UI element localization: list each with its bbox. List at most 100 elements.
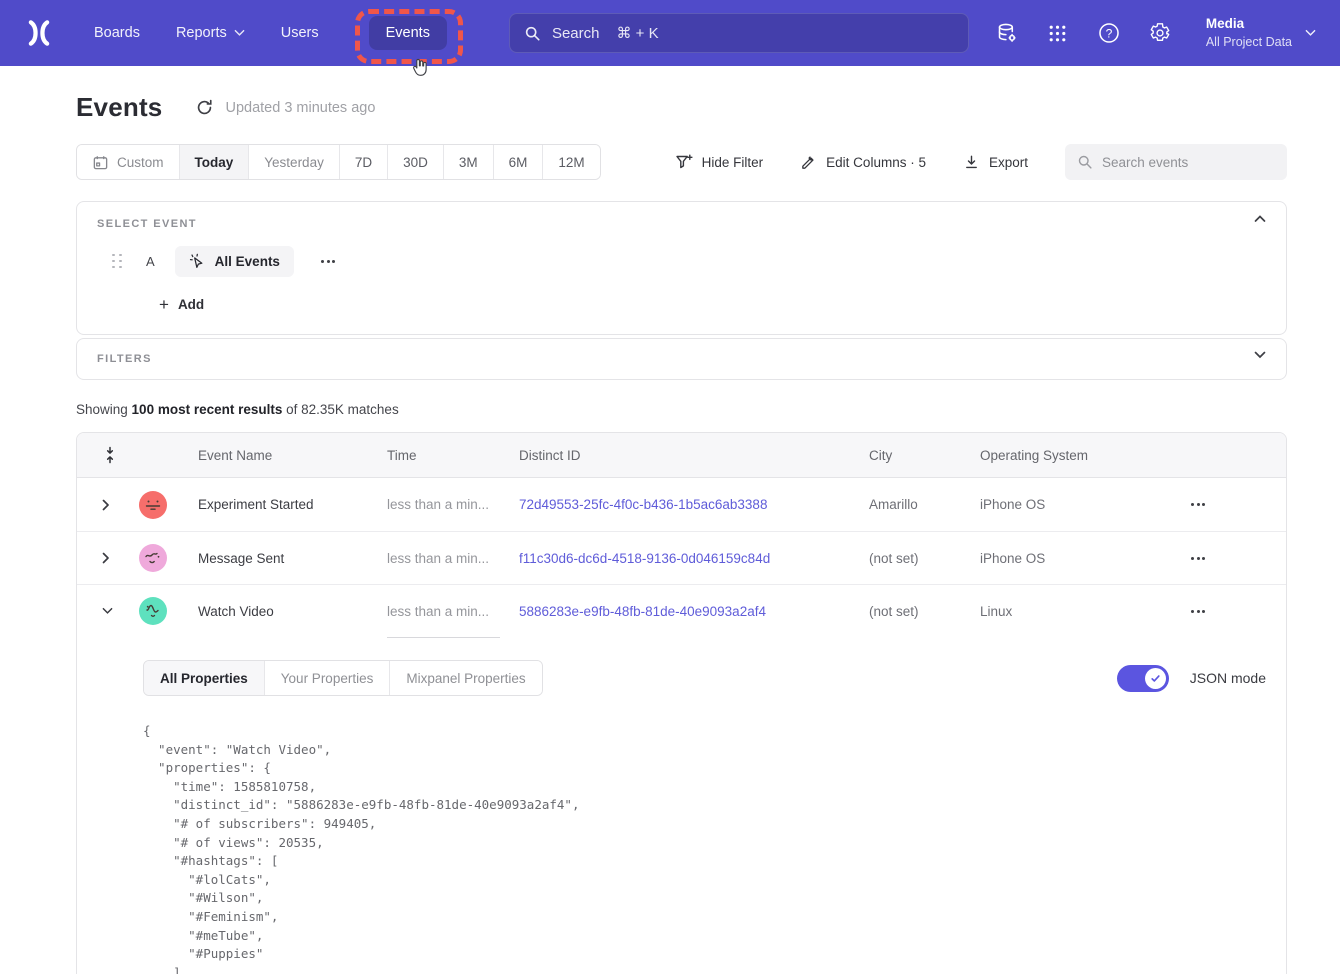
nav-item-boards[interactable]: Boards	[94, 25, 140, 41]
results-highlight: 100 most recent results	[132, 402, 283, 417]
table-row[interactable]: Message Sentless than a min...f11c30d6-d…	[77, 531, 1286, 584]
event-row-letter: A	[146, 254, 155, 269]
row-collapse-chevron-down-icon[interactable]	[77, 607, 123, 615]
col-header-operating-system[interactable]: Operating System	[980, 448, 1187, 463]
date-range-segmented-control: Custom Today Yesterday 7D 30D 3M 6M 12M	[76, 144, 601, 180]
row-actions-ellipsis-button[interactable]	[1187, 497, 1209, 512]
nav-item-label: Users	[281, 25, 319, 41]
table-row[interactable]: Watch Videoless than a min...5886283e-e9…	[77, 584, 1286, 637]
selected-event-name: All Events	[215, 254, 280, 269]
add-event-button[interactable]: + Add	[159, 296, 204, 313]
event-json-viewer[interactable]: { "event": "Watch Video", "properties": …	[143, 722, 1266, 974]
calendar-icon	[92, 154, 109, 171]
search-events-field[interactable]	[1065, 144, 1287, 180]
tab-all-properties[interactable]: All Properties	[144, 661, 264, 695]
global-search-input[interactable]: Search ⌘ + K	[509, 13, 969, 53]
settings-gear-icon[interactable]	[1149, 22, 1171, 44]
nav-right-cluster: ? Media All Project Data	[996, 15, 1316, 50]
nav-item-events[interactable]: Events	[369, 16, 447, 50]
refresh-icon[interactable]	[195, 98, 214, 117]
cell-distinct-id[interactable]: 5886283e-e9fb-48fb-81de-40e9093a2af4	[519, 604, 869, 619]
edit-columns-label: Edit Columns · 5	[826, 155, 926, 170]
event-avatar-icon	[139, 544, 167, 572]
date-range-yesterday[interactable]: Yesterday	[248, 145, 339, 179]
col-header-distinct-id[interactable]: Distinct ID	[519, 448, 869, 463]
nav-item-reports[interactable]: Reports	[176, 25, 245, 41]
sort-time-icon[interactable]	[77, 446, 123, 464]
date-range-label: 7D	[355, 155, 372, 170]
cell-event-name: Watch Video	[198, 604, 387, 619]
collapse-chevron-up-icon[interactable]	[1254, 215, 1266, 223]
download-icon	[963, 154, 980, 171]
col-header-city[interactable]: City	[869, 448, 980, 463]
search-label: Search	[552, 25, 600, 42]
col-header-time[interactable]: Time	[387, 448, 519, 463]
cell-time: less than a min...	[387, 604, 519, 619]
date-range-label: Yesterday	[264, 155, 324, 170]
date-range-3m[interactable]: 3M	[443, 145, 493, 179]
add-label: Add	[178, 297, 204, 312]
select-event-card: SELECT EVENT A All Events +	[76, 201, 1287, 335]
tab-your-properties[interactable]: Your Properties	[264, 661, 390, 695]
row-expand-chevron-right-icon[interactable]	[77, 552, 123, 564]
last-updated-text: Updated 3 minutes ago	[225, 100, 375, 116]
search-events-input[interactable]	[1102, 155, 1262, 170]
events-table: Event Name Time Distinct ID City Operati…	[76, 432, 1287, 974]
cell-city: (not set)	[869, 551, 980, 566]
nav-links: BoardsReportsUsersEvents	[94, 24, 447, 42]
results-prefix: Showing	[76, 402, 132, 417]
expand-chevron-down-icon[interactable]	[1254, 351, 1266, 359]
date-range-label: 30D	[403, 155, 428, 170]
event-options-ellipsis-button[interactable]	[317, 256, 339, 267]
filters-card[interactable]: FILTERS	[76, 338, 1287, 380]
cell-operating-system: iPhone OS	[980, 497, 1187, 512]
tab-mixpanel-properties[interactable]: Mixpanel Properties	[389, 661, 541, 695]
filters-label: FILTERS	[97, 353, 1266, 365]
drag-handle-icon[interactable]	[112, 254, 123, 270]
cell-time: less than a min...	[387, 497, 519, 512]
row-actions-ellipsis-button[interactable]	[1187, 551, 1209, 566]
hide-filter-button[interactable]: Hide Filter	[675, 153, 764, 171]
json-mode-label: JSON mode	[1190, 670, 1266, 686]
cell-distinct-id[interactable]: f11c30d6-dc6d-4518-9136-0d046159c84d	[519, 551, 869, 566]
search-icon	[1077, 154, 1093, 170]
svg-text:?: ?	[1105, 26, 1112, 40]
event-selector-button[interactable]: All Events	[175, 246, 294, 277]
help-icon[interactable]: ?	[1098, 22, 1120, 44]
date-range-label: Today	[195, 155, 234, 170]
cell-operating-system: iPhone OS	[980, 551, 1187, 566]
results-suffix: of 82.35K matches	[282, 402, 398, 417]
date-range-7d[interactable]: 7D	[339, 145, 387, 179]
cell-city: (not set)	[869, 604, 980, 619]
table-body: Experiment Startedless than a min...72d4…	[77, 478, 1286, 637]
results-summary: Showing 100 most recent results of 82.35…	[76, 402, 1287, 417]
sparkle-cursor-icon	[189, 253, 206, 270]
apps-grid-icon[interactable]	[1047, 22, 1069, 44]
date-range-custom[interactable]: Custom	[77, 145, 179, 179]
nav-item-users[interactable]: Users	[281, 25, 319, 41]
date-range-30d[interactable]: 30D	[387, 145, 443, 179]
chevron-down-icon	[234, 29, 245, 37]
export-button[interactable]: Export	[963, 154, 1028, 171]
json-mode-toggle[interactable]	[1117, 665, 1169, 692]
project-selector[interactable]: Media All Project Data	[1206, 15, 1316, 50]
toggle-check-icon	[1145, 668, 1166, 689]
data-management-icon[interactable]	[996, 22, 1018, 44]
date-range-today[interactable]: Today	[179, 145, 249, 179]
date-range-6m[interactable]: 6M	[493, 145, 543, 179]
project-scope: All Project Data	[1206, 34, 1292, 51]
project-name: Media	[1206, 15, 1292, 33]
cell-distinct-id[interactable]: 72d49553-25fc-4f0c-b436-1b5ac6ab3388	[519, 497, 869, 512]
date-range-label: 6M	[509, 155, 528, 170]
mixpanel-logo-icon[interactable]	[24, 18, 54, 48]
edit-columns-button[interactable]: Edit Columns · 5	[800, 154, 926, 171]
cell-time: less than a min...	[387, 551, 519, 566]
table-row[interactable]: Experiment Startedless than a min...72d4…	[77, 478, 1286, 531]
row-actions-ellipsis-button[interactable]	[1187, 604, 1209, 619]
main-content: Events Updated 3 minutes ago Custom Today…	[0, 66, 1340, 974]
page-title: Events	[76, 92, 162, 123]
col-header-event-name[interactable]: Event Name	[198, 448, 387, 463]
row-expand-chevron-right-icon[interactable]	[77, 499, 123, 511]
date-range-12m[interactable]: 12M	[542, 145, 599, 179]
export-label: Export	[989, 155, 1028, 170]
